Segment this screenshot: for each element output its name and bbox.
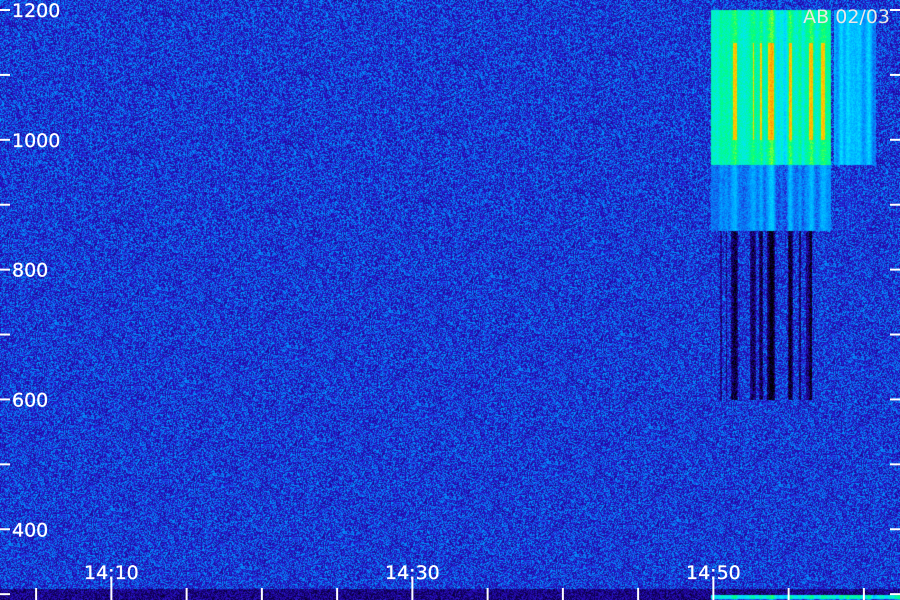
spectrogram-heatmap [0,0,900,600]
